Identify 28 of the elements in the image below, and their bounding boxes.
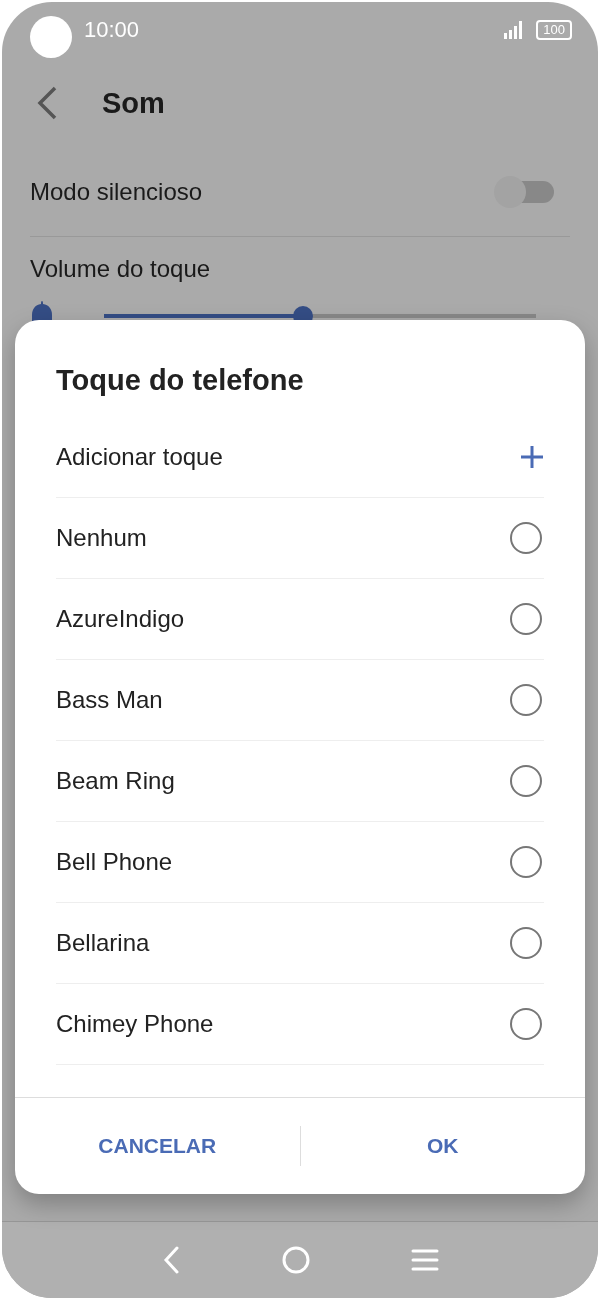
dialog-title: Toque do telefone <box>55 363 305 398</box>
radio-button[interactable] <box>510 1008 542 1040</box>
ringtone-name[interactable]: Bell Phone <box>56 848 173 876</box>
plus-icon[interactable] <box>520 445 544 469</box>
camera-hole <box>30 16 72 58</box>
status-time: 10:00 <box>84 17 140 43</box>
radio-button[interactable] <box>510 603 542 635</box>
toggle-switch[interactable] <box>494 176 556 208</box>
radio-button[interactable] <box>510 684 542 716</box>
page-title: Som <box>102 86 165 120</box>
battery-indicator: 100 <box>536 20 572 40</box>
radio-button[interactable] <box>510 927 542 959</box>
dialog-button[interactable]: CANCELAR <box>15 1116 300 1176</box>
ringtone-name[interactable]: Chimey Phone <box>56 1010 214 1038</box>
ringtone-name[interactable]: Beam Ring <box>56 767 175 795</box>
ringtone-name[interactable]: Bellarina <box>56 929 150 957</box>
ringtone-name[interactable]: Nenhum <box>56 524 147 552</box>
ringtone-name[interactable]: Bass Man <box>56 686 163 714</box>
setting-label: Modo silencioso <box>30 178 203 206</box>
radio-button[interactable] <box>510 765 542 797</box>
ringtone-name[interactable]: AzureIndigo <box>56 605 185 633</box>
add-ringtone-label[interactable]: Adicionar toque <box>56 443 223 471</box>
signal-icon <box>504 21 525 39</box>
dialog-button[interactable]: OK <box>300 1116 585 1176</box>
radio-button[interactable] <box>510 522 542 554</box>
setting-label: Volume do toque <box>30 255 211 283</box>
back-icon[interactable] <box>36 86 58 120</box>
radio-button[interactable] <box>510 846 542 878</box>
